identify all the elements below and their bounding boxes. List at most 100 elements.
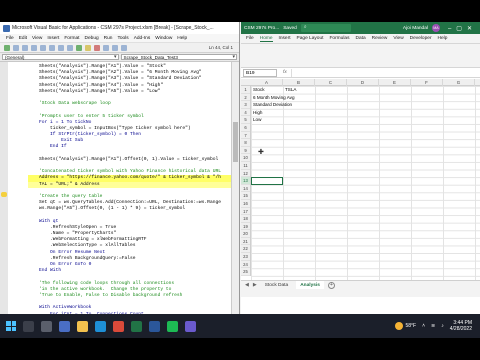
sheet-prev-icon[interactable]: ◀	[245, 282, 249, 288]
row-header[interactable]: 12	[241, 170, 250, 178]
column-header[interactable]: D	[347, 79, 379, 86]
row-header[interactable]: 14	[241, 185, 250, 193]
name-box[interactable]: B19	[243, 68, 277, 77]
scroll-thumb[interactable]	[233, 122, 238, 162]
excel-taskbar-icon[interactable]	[131, 320, 142, 332]
vbe-menu-format[interactable]: Format	[64, 36, 79, 41]
ribbon-tab-review[interactable]: Review	[372, 36, 388, 41]
cell-b1[interactable]: TSLA	[285, 86, 297, 94]
row-header[interactable]: 5	[241, 116, 250, 124]
active-cell[interactable]	[251, 177, 283, 185]
vbe-menu-help[interactable]: Help	[177, 36, 187, 41]
row-header[interactable]: 3	[241, 101, 250, 109]
ribbon-tab-page-layout[interactable]: Page Layout	[297, 36, 324, 41]
ribbon-tab-view[interactable]: View	[393, 36, 403, 41]
column-header[interactable]: B	[283, 79, 315, 86]
row-header[interactable]: 7	[241, 132, 250, 140]
cell-a1[interactable]: Stock	[253, 86, 265, 94]
vbe-menu-edit[interactable]: Edit	[19, 36, 27, 41]
formula-input[interactable]	[290, 68, 480, 77]
cell-a3[interactable]: Standard Deviation	[253, 101, 292, 109]
chevron-up-icon[interactable]: ˄	[422, 323, 425, 329]
row-header[interactable]: 13	[241, 177, 250, 185]
row-header[interactable]: 24	[241, 261, 250, 269]
row-header[interactable]: 21	[241, 238, 250, 246]
weather-widget[interactable]: 58°F	[394, 322, 416, 330]
avatar[interactable]: MA	[431, 24, 440, 32]
teams-icon[interactable]	[185, 320, 196, 332]
design-mode-icon[interactable]	[103, 44, 109, 51]
window-controls[interactable]: –▢✕	[444, 25, 477, 32]
project-explorer-icon[interactable]	[112, 44, 118, 51]
properties-icon[interactable]	[121, 44, 127, 51]
ribbon-tab-insert[interactable]: Insert	[279, 36, 291, 41]
row-header[interactable]: 8	[241, 139, 250, 147]
file-explorer-icon[interactable]	[77, 320, 88, 332]
sheet-next-icon[interactable]: ▶	[253, 282, 257, 288]
ribbon-tab-file[interactable]: File	[246, 36, 254, 41]
cut-icon[interactable]	[31, 44, 37, 51]
row-header[interactable]: 17	[241, 208, 250, 216]
run-icon[interactable]	[76, 44, 82, 51]
search-icon[interactable]	[23, 320, 34, 332]
redo-icon[interactable]	[67, 44, 73, 51]
reset-icon[interactable]	[94, 44, 100, 51]
search-box[interactable]: ⌕	[300, 24, 351, 32]
column-header[interactable]: C	[315, 79, 347, 86]
volume-icon[interactable]: ♪	[441, 323, 444, 329]
code-pane[interactable]: Sheets("Analysis").Range("A1").Value = "…	[0, 62, 232, 338]
ribbon-tab-developer[interactable]: Developer	[410, 36, 432, 41]
paste-icon[interactable]	[49, 44, 55, 51]
row-header[interactable]: 18	[241, 215, 250, 223]
object-dropdown[interactable]: (General)	[2, 54, 119, 60]
procedure-dropdown[interactable]: Scrape_Stock_Data_Test3	[120, 54, 237, 60]
row-header[interactable]: 15	[241, 192, 250, 200]
vbe-menu-tools[interactable]: Tools	[117, 36, 128, 41]
row-header[interactable]: 6	[241, 124, 250, 132]
vbe-menu-insert[interactable]: Insert	[47, 36, 59, 41]
cell-area[interactable]: ✚ Stock TSLA 6 Month Moving Avg Standard De…	[251, 86, 480, 280]
ribbon-tab-help[interactable]: Help	[438, 36, 448, 41]
row-header[interactable]: 4	[241, 109, 250, 117]
vbe-menu-add-ins[interactable]: Add-Ins	[134, 36, 151, 41]
copy-icon[interactable]	[40, 44, 46, 51]
ribbon-tab-formulas[interactable]: Formulas	[329, 36, 349, 41]
undo-icon[interactable]	[58, 44, 64, 51]
chrome-icon[interactable]	[113, 320, 124, 332]
add-sheet-icon[interactable]: +	[327, 281, 335, 289]
cell-a2[interactable]: 6 Month Moving Avg	[253, 94, 295, 102]
vbe-menu-file[interactable]: File	[6, 36, 14, 41]
row-header[interactable]: 22	[241, 245, 250, 254]
cell-a5[interactable]: Low	[253, 116, 261, 124]
column-header[interactable]: F	[411, 79, 443, 86]
column-header[interactable]: E	[379, 79, 411, 86]
row-header[interactable]: 11	[241, 162, 250, 170]
ribbon-tab-home[interactable]: Home	[259, 36, 273, 42]
save-icon[interactable]	[22, 44, 28, 51]
column-header[interactable]: A	[251, 79, 283, 86]
row-header[interactable]: 20	[241, 230, 250, 238]
break-icon[interactable]	[85, 44, 91, 51]
ribbon-tab-data[interactable]: Data	[355, 36, 365, 41]
widgets-icon[interactable]	[59, 320, 70, 332]
spotify-icon[interactable]	[167, 320, 178, 332]
edge-icon[interactable]	[95, 320, 106, 332]
start-button[interactable]	[6, 321, 16, 331]
fx-icon[interactable]: fx	[283, 70, 287, 75]
row-header[interactable]: 19	[241, 223, 250, 231]
vbe-menu-window[interactable]: Window	[155, 36, 172, 41]
vbe-menu-view[interactable]: View	[32, 36, 42, 41]
row-header[interactable]: 1	[241, 86, 250, 94]
task-view-icon[interactable]	[41, 320, 52, 332]
row-header[interactable]: 10	[241, 154, 250, 162]
code-vertical-scrollbar[interactable]	[231, 62, 239, 338]
insert-module-icon[interactable]	[13, 44, 19, 51]
cell-a4[interactable]: High	[253, 109, 262, 117]
column-header[interactable]: G	[443, 79, 475, 86]
clock[interactable]: 3:44 PM 4/28/2022	[450, 320, 472, 332]
worksheet-grid[interactable]: ABCDEFG 1 2 3 4 5 6 7 8 9 10 11 12 13 14 15 16 17 18 19 20 2…	[241, 79, 480, 280]
row-header[interactable]: 2	[241, 94, 250, 102]
row-header[interactable]: 23	[241, 253, 250, 261]
wifi-icon[interactable]: ≋	[431, 323, 435, 329]
view-excel-icon[interactable]	[4, 44, 10, 51]
